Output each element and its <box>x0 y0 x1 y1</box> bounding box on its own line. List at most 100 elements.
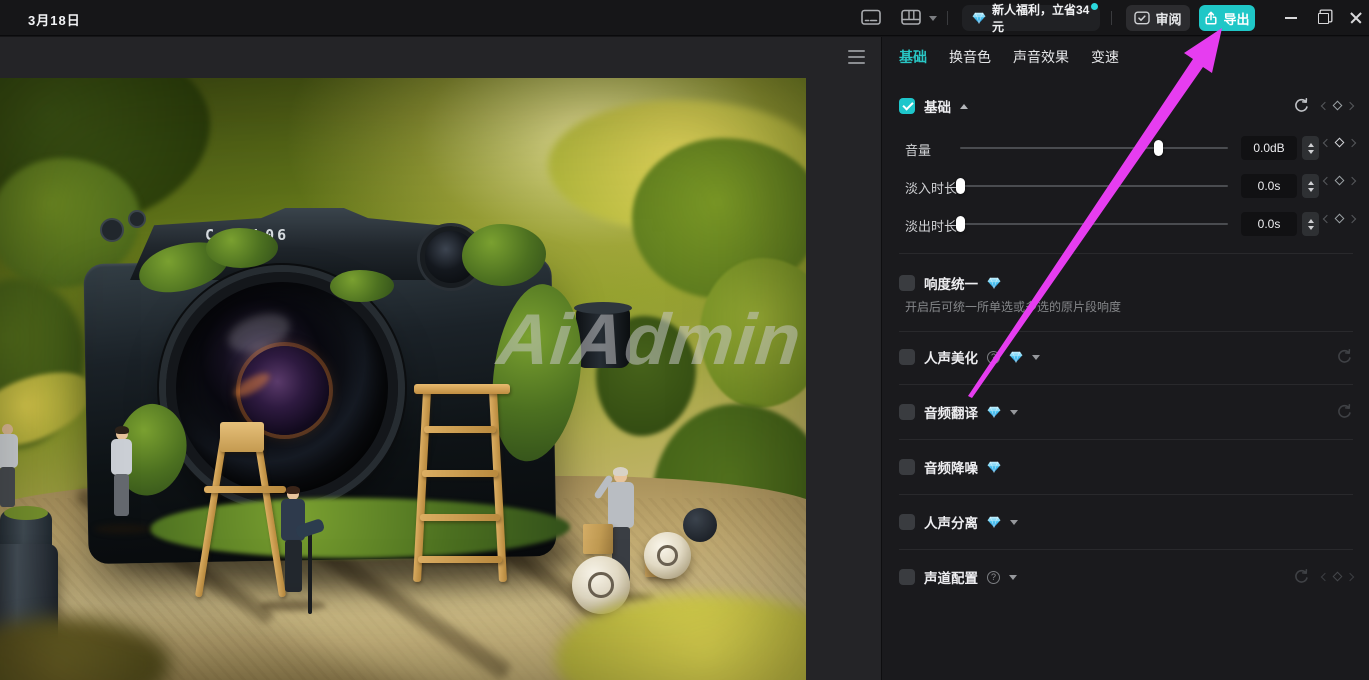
reset-icon[interactable] <box>1293 568 1310 585</box>
fade-in-stepper[interactable] <box>1302 174 1319 198</box>
crate-box <box>583 524 613 554</box>
loudness-description: 开启后可统一所单选或多选的原片段响度 <box>905 298 1121 315</box>
audio-translate-checkbox[interactable] <box>899 404 915 420</box>
camera-lens <box>166 272 398 504</box>
voice-beautify-label: 人声美化 <box>924 347 978 367</box>
expand-caret-icon[interactable] <box>1032 355 1040 360</box>
next-keyframe-icon[interactable] <box>1346 572 1354 580</box>
review-button[interactable]: 审阅 <box>1126 5 1190 31</box>
tab-sound-effects[interactable]: 声音效果 <box>1013 47 1069 67</box>
expand-caret-icon[interactable] <box>1010 520 1018 525</box>
fade-out-stepper[interactable] <box>1302 212 1319 236</box>
vocal-separate-checkbox[interactable] <box>899 514 915 530</box>
audio-settings-panel: 基础 换音色 声音效果 变速 基础 音量 <box>881 37 1369 680</box>
easel-crossbar <box>204 486 286 493</box>
vip-diamond-icon <box>987 461 1001 473</box>
section-divider <box>899 331 1353 332</box>
volume-slider[interactable] <box>960 147 1228 149</box>
tab-voice-change[interactable]: 换音色 <box>949 47 991 67</box>
prev-keyframe-icon[interactable] <box>1323 138 1331 146</box>
volume-value[interactable]: 0.0dB <box>1241 136 1297 160</box>
fade-in-value[interactable]: 0.0s <box>1241 174 1297 198</box>
close-button[interactable] <box>1346 8 1366 28</box>
fade-out-slider[interactable] <box>960 223 1228 225</box>
keyframe-control <box>1322 573 1353 580</box>
loudness-checkbox[interactable] <box>899 275 915 291</box>
reset-icon[interactable] <box>1293 97 1310 114</box>
fade-in-row: 淡入时长 0.0s <box>882 175 1369 197</box>
volume-stepper[interactable] <box>1302 136 1319 160</box>
info-icon[interactable] <box>987 571 1000 584</box>
player-preview-panel: C.E3L06 <box>0 37 881 680</box>
basic-checkbox[interactable] <box>899 98 915 114</box>
info-icon[interactable] <box>987 351 1000 364</box>
keyframe-control <box>1324 139 1355 146</box>
vip-diamond-icon <box>987 277 1001 289</box>
volume-row: 音量 0.0dB <box>882 137 1369 159</box>
fade-out-slider-handle[interactable] <box>956 216 965 232</box>
basic-section-title: 基础 <box>924 96 951 116</box>
reset-icon[interactable] <box>1336 348 1353 365</box>
subtitle-panel-icon[interactable] <box>861 9 881 26</box>
fade-out-label: 淡出时长 <box>905 216 957 235</box>
layout-panel-icon[interactable] <box>901 9 921 26</box>
section-divider <box>899 253 1353 254</box>
add-keyframe-icon[interactable] <box>1333 572 1343 582</box>
vip-diamond-icon <box>987 406 1001 418</box>
volume-slider-handle[interactable] <box>1154 140 1163 156</box>
add-keyframe-icon[interactable] <box>1335 138 1345 148</box>
audio-denoise-checkbox[interactable] <box>899 459 915 475</box>
tab-speed[interactable]: 变速 <box>1091 47 1119 67</box>
fade-in-slider-handle[interactable] <box>956 178 965 194</box>
fade-in-label: 淡入时长 <box>905 178 957 197</box>
keyframe-control <box>1322 102 1353 109</box>
prev-keyframe-icon[interactable] <box>1321 101 1329 109</box>
minimize-button[interactable] <box>1281 8 1301 28</box>
ladder-rung <box>422 470 498 477</box>
add-keyframe-icon[interactable] <box>1333 101 1343 111</box>
channel-config-label: 声道配置 <box>924 567 978 587</box>
sphere-dark <box>683 508 717 542</box>
fade-in-slider[interactable] <box>960 185 1228 187</box>
layout-dropdown-caret-icon[interactable] <box>929 16 937 21</box>
section-divider <box>899 549 1353 550</box>
vocal-separate-row: 人声分离 <box>882 511 1369 533</box>
expand-caret-icon[interactable] <box>1010 410 1018 415</box>
prev-keyframe-icon[interactable] <box>1323 176 1331 184</box>
ladder-rung <box>424 426 496 433</box>
keyframe-control <box>1324 177 1355 184</box>
next-keyframe-icon[interactable] <box>1346 101 1354 109</box>
keyframe-control <box>1324 215 1355 222</box>
next-keyframe-icon[interactable] <box>1348 176 1356 184</box>
app-window: 3月18日 新人福利，立省34元 审阅 <box>0 0 1369 680</box>
export-label: 导出 <box>1223 9 1249 28</box>
vocal-separate-label: 人声分离 <box>924 512 978 532</box>
collapse-caret-icon[interactable] <box>960 104 968 109</box>
tab-basic[interactable]: 基础 <box>899 47 927 67</box>
promo-notification-dot <box>1091 3 1098 10</box>
voice-beautify-checkbox[interactable] <box>899 349 915 365</box>
export-button[interactable]: 导出 <box>1199 5 1255 31</box>
next-keyframe-icon[interactable] <box>1348 138 1356 146</box>
section-divider <box>899 439 1353 440</box>
ladder-rung <box>420 514 500 521</box>
player-menu-icon[interactable] <box>848 50 866 64</box>
title-bar: 3月18日 新人福利，立省34元 审阅 <box>0 0 1369 36</box>
restore-button[interactable] <box>1313 8 1333 28</box>
add-keyframe-icon[interactable] <box>1335 176 1345 186</box>
prev-keyframe-icon[interactable] <box>1321 572 1329 580</box>
add-keyframe-icon[interactable] <box>1335 214 1345 224</box>
new-user-promo-banner[interactable]: 新人福利，立省34元 <box>962 5 1100 31</box>
settings-tab-bar: 基础 换音色 声音效果 变速 <box>899 37 1119 77</box>
audio-denoise-label: 音频降噪 <box>924 457 978 477</box>
export-share-icon <box>1204 11 1218 25</box>
reset-icon[interactable] <box>1336 403 1353 420</box>
prev-keyframe-icon[interactable] <box>1323 214 1331 222</box>
fade-out-value[interactable]: 0.0s <box>1241 212 1297 236</box>
barrel-lid <box>4 506 48 520</box>
volume-label: 音量 <box>905 140 931 159</box>
section-divider <box>899 494 1353 495</box>
channel-config-checkbox[interactable] <box>899 569 915 585</box>
next-keyframe-icon[interactable] <box>1348 214 1356 222</box>
expand-caret-icon[interactable] <box>1009 575 1017 580</box>
